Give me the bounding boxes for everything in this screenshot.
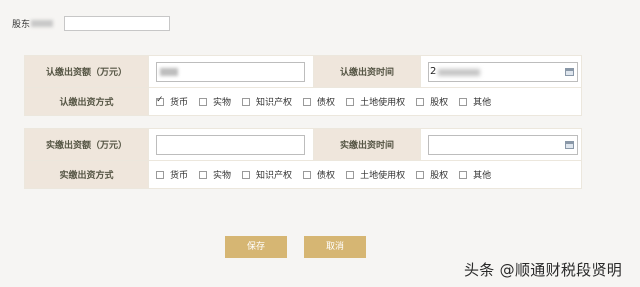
calendar-icon[interactable] (565, 67, 574, 76)
paid-amount-label: 实缴出资额（万元） (24, 128, 149, 161)
option-label: 土地使用权 (360, 171, 406, 181)
option-label: 股权 (430, 98, 449, 108)
paid-date-input[interactable] (428, 134, 578, 155)
checkbox-other[interactable] (459, 97, 468, 106)
option-label: 债权 (317, 171, 336, 181)
checkbox-land-use[interactable] (346, 170, 355, 179)
subscribed-method-options: 货币 实物 知识产权 债权 土地使用权 股权 其他 (156, 95, 581, 108)
subscribed-date-input[interactable]: 2 (428, 61, 578, 82)
shareholder-input[interactable] (64, 16, 170, 31)
option-property[interactable]: 实物 (199, 95, 231, 108)
option-label: 土地使用权 (360, 98, 406, 108)
option-label: 股权 (430, 171, 449, 181)
option-other[interactable]: 其他 (459, 95, 491, 108)
redacted-amount (160, 67, 178, 76)
option-ip[interactable]: 知识产权 (242, 95, 292, 108)
subscribed-table: 认缴出资额（万元） 认缴出资时间 2 认缴出资方式 货币 实物 知识产权 债权 … (24, 55, 582, 116)
checkbox-currency[interactable] (156, 170, 164, 179)
option-label: 知识产权 (256, 98, 293, 108)
option-label: 货币 (170, 98, 189, 108)
checkbox-land-use[interactable] (346, 97, 355, 106)
option-land-use[interactable]: 土地使用权 (346, 168, 405, 181)
option-land-use[interactable]: 土地使用权 (346, 95, 405, 108)
checkbox-property[interactable] (199, 170, 208, 179)
calendar-icon[interactable] (565, 140, 574, 149)
checkbox-other[interactable] (459, 170, 468, 179)
checkbox-creditor-rights[interactable] (303, 97, 312, 106)
redacted-date (438, 68, 480, 76)
option-creditor-rights[interactable]: 债权 (303, 168, 335, 181)
option-creditor-rights[interactable]: 债权 (303, 95, 335, 108)
option-ip[interactable]: 知识产权 (242, 168, 292, 181)
watermark: 头条 @顺通财税段贤明 (464, 261, 623, 279)
option-property[interactable]: 实物 (199, 168, 231, 181)
shareholder-row: 股东 (12, 15, 54, 31)
option-equity[interactable]: 股权 (416, 168, 448, 181)
subscribed-date-label: 认缴出资时间 (313, 55, 421, 88)
option-label: 实物 (213, 171, 232, 181)
cancel-button[interactable]: 取消 (304, 236, 366, 258)
checkbox-ip[interactable] (242, 97, 251, 106)
option-label: 货币 (170, 171, 189, 181)
paid-amount-input[interactable] (156, 134, 305, 155)
paid-table: 实缴出资额（万元） 实缴出资时间 实缴出资方式 货币 实物 知识产权 债权 土地… (24, 128, 582, 189)
checkbox-creditor-rights[interactable] (303, 170, 312, 179)
option-currency[interactable]: 货币 (156, 95, 188, 108)
option-label: 债权 (317, 98, 336, 108)
checkbox-property[interactable] (199, 97, 208, 106)
option-label: 其他 (473, 98, 492, 108)
shareholder-label: 股东 (12, 19, 31, 30)
checkbox-currency[interactable] (156, 95, 164, 106)
option-label: 其他 (473, 171, 492, 181)
option-label: 实物 (213, 98, 232, 108)
paid-method-options: 货币 实物 知识产权 债权 土地使用权 股权 其他 (156, 168, 581, 181)
subscribed-date-prefix: 2 (430, 65, 437, 77)
subscribed-method-label: 认缴出资方式 (24, 87, 149, 116)
checkbox-equity[interactable] (416, 97, 425, 106)
subscribed-amount-input[interactable] (156, 61, 305, 82)
option-label: 知识产权 (256, 171, 293, 181)
checkbox-equity[interactable] (416, 170, 425, 179)
save-button[interactable]: 保存 (225, 236, 287, 258)
option-equity[interactable]: 股权 (416, 95, 448, 108)
option-currency[interactable]: 货币 (156, 168, 188, 181)
redacted-name (31, 19, 54, 27)
subscribed-amount-label: 认缴出资额（万元） (24, 55, 149, 88)
paid-method-label: 实缴出资方式 (24, 160, 149, 189)
checkbox-ip[interactable] (242, 170, 251, 179)
option-other[interactable]: 其他 (459, 168, 491, 181)
paid-date-label: 实缴出资时间 (313, 128, 421, 161)
